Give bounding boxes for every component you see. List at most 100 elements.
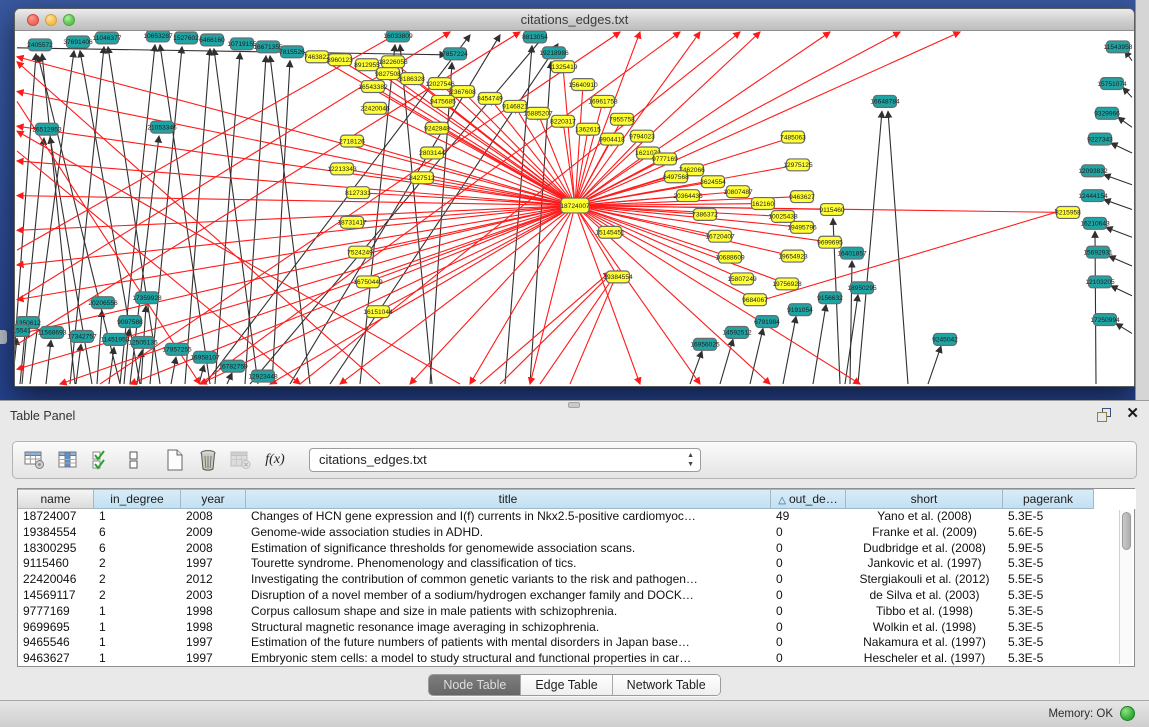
row-height-icon[interactable] xyxy=(120,446,148,474)
graph-node-teal[interactable]: 17342757 xyxy=(67,330,97,342)
cell-name[interactable]: 9777169 xyxy=(18,604,94,620)
graph-node-yellow[interactable]: 2367608 xyxy=(450,86,476,98)
cell-pagerank[interactable]: 5.9E-5 xyxy=(1003,541,1094,557)
graph-node-yellow[interactable]: 19756928 xyxy=(772,278,802,290)
table-row[interactable]: 946554611997Estimation of the future num… xyxy=(18,635,1134,651)
graph-node-teal[interactable]: 16210643 xyxy=(1080,217,1110,229)
network-window-titlebar[interactable]: citations_edges.txt xyxy=(15,9,1134,31)
cell-in_degree[interactable]: 1 xyxy=(94,651,181,667)
graph-node-yellow[interactable]: 9827508 xyxy=(375,68,401,80)
column-header-pagerank[interactable]: pagerank xyxy=(1003,489,1094,509)
citation-edge-black[interactable] xyxy=(171,357,176,384)
graph-node-teal[interactable]: 21053346 xyxy=(147,121,177,133)
graph-node-teal[interactable]: 16958107 xyxy=(190,351,220,363)
graph-node-yellow[interactable]: 16151044 xyxy=(363,306,393,318)
cell-name[interactable]: 19384554 xyxy=(18,525,94,541)
citation-edge-black[interactable] xyxy=(1116,324,1132,334)
citation-edge-black[interactable] xyxy=(1111,286,1132,296)
graph-node-teal[interactable]: 9329966 xyxy=(1094,107,1120,119)
citation-edge-black[interactable] xyxy=(1118,117,1132,127)
citation-edge-red[interactable] xyxy=(410,206,575,384)
function-builder-icon[interactable]: f(x) xyxy=(260,446,290,474)
citation-edge-black[interactable] xyxy=(400,45,432,384)
graph-node-yellow[interactable]: 15807249 xyxy=(727,273,757,285)
citation-edge-black[interactable] xyxy=(1106,227,1132,237)
graph-node-yellow[interactable]: 22420046 xyxy=(360,102,390,114)
graph-node-yellow[interactable]: 9475685 xyxy=(430,95,456,107)
cell-year[interactable]: 2003 xyxy=(181,588,246,604)
graph-node-yellow[interactable]: 6497568 xyxy=(663,171,689,183)
cell-pagerank[interactable]: 5.5E-5 xyxy=(1003,572,1094,588)
graph-node-yellow[interactable]: 18731417 xyxy=(337,216,367,228)
cell-year[interactable]: 2008 xyxy=(181,509,246,525)
column-header-out_de[interactable]: △out_de… xyxy=(771,489,846,509)
column-header-short[interactable]: short xyxy=(846,489,1003,509)
citation-edge-black[interactable] xyxy=(1104,175,1132,185)
cell-out_de[interactable]: 49 xyxy=(771,509,846,525)
citation-edge-red[interactable] xyxy=(470,206,575,384)
graph-node-teal[interactable]: 37691406 xyxy=(63,36,93,48)
graph-node-yellow[interactable]: 8912955 xyxy=(354,59,380,71)
graph-node-yellow[interactable]: 20364436 xyxy=(673,190,703,202)
cell-short[interactable]: Jankovic et al. (1997) xyxy=(846,556,1003,572)
graph-node-yellow[interactable]: 15145451 xyxy=(595,226,625,238)
cell-short[interactable]: Dudbridge et al. (2008) xyxy=(846,541,1003,557)
graph-node-teal[interactable]: 12444154 xyxy=(1078,190,1108,202)
table-row[interactable]: 1938455462009Genome-wide association stu… xyxy=(18,525,1134,541)
graph-node-yellow[interactable]: 9904418 xyxy=(599,133,625,145)
graph-node-teal[interactable]: 17250994 xyxy=(1090,314,1120,326)
graph-node-yellow[interactable]: 9242848 xyxy=(424,122,450,134)
cell-short[interactable]: de Silva et al. (2003) xyxy=(846,588,1003,604)
graph-node-teal[interactable]: 17957255 xyxy=(162,343,192,355)
graph-node-yellow[interactable]: 10807487 xyxy=(723,186,753,198)
cell-out_de[interactable]: 0 xyxy=(771,572,846,588)
cell-title[interactable]: Embryonic stem cells: a model to study s… xyxy=(246,651,771,667)
cell-pagerank[interactable]: 5.3E-5 xyxy=(1003,588,1094,604)
graph-node-yellow[interactable]: 1362615 xyxy=(575,123,601,135)
tab-edge-table[interactable]: Edge Table xyxy=(521,675,612,695)
citation-edge-red[interactable] xyxy=(17,206,575,265)
cell-title[interactable]: Estimation of significance thresholds fo… xyxy=(246,541,771,557)
graph-node-teal[interactable]: 20206556 xyxy=(88,297,118,309)
citation-edge-black[interactable] xyxy=(783,317,796,384)
graph-node-yellow[interactable]: 9777169 xyxy=(652,153,678,165)
graph-node-yellow[interactable]: 16543382 xyxy=(358,81,388,93)
column-header-name[interactable]: name xyxy=(18,489,94,509)
table-row[interactable]: 911546021997Tourette syndrome. Phenomeno… xyxy=(18,556,1134,572)
close-panel-button[interactable]: ✕ xyxy=(1126,406,1139,422)
cell-pagerank[interactable]: 5.3E-5 xyxy=(1003,509,1094,525)
table-vertical-scrollbar[interactable] xyxy=(1119,510,1132,664)
graph-node-teal[interactable]: 8813054 xyxy=(522,31,548,43)
cell-out_de[interactable]: 0 xyxy=(771,620,846,636)
citation-edge-black[interactable] xyxy=(720,339,733,384)
cell-pagerank[interactable]: 5.3E-5 xyxy=(1003,556,1094,572)
graph-node-yellow[interactable]: 12213343 xyxy=(327,163,357,175)
citation-edge-red[interactable] xyxy=(270,206,575,384)
cell-in_degree[interactable]: 6 xyxy=(94,525,181,541)
cell-pagerank[interactable]: 5.3E-5 xyxy=(1003,651,1094,667)
graph-node-teal[interactable]: 11451953 xyxy=(101,333,130,345)
cell-title[interactable]: Corpus callosum shape and size in male p… xyxy=(246,604,771,620)
select-rows-icon[interactable] xyxy=(87,446,115,474)
citation-edge-black[interactable] xyxy=(46,340,51,384)
graph-node-teal[interactable]: 18950295 xyxy=(847,282,877,294)
graph-node-yellow[interactable]: 9684067 xyxy=(742,294,768,306)
graph-node-yellow[interactable]: 8427512 xyxy=(409,172,435,184)
graph-node-teal[interactable]: 1527602 xyxy=(173,32,199,44)
column-header-title[interactable]: title xyxy=(246,489,771,509)
graph-node-yellow[interactable]: 10025438 xyxy=(768,210,798,222)
cell-year[interactable]: 1998 xyxy=(181,604,246,620)
graph-node-teal[interactable]: 16033809 xyxy=(383,31,413,42)
graph-node-yellow[interactable]: 8215958 xyxy=(1055,207,1081,219)
cell-pagerank[interactable]: 5.3E-5 xyxy=(1003,635,1094,651)
cell-name[interactable]: 14569117 xyxy=(18,588,94,604)
cell-short[interactable]: Wolkin et al. (1998) xyxy=(846,620,1003,636)
cell-name[interactable]: 18300295 xyxy=(18,541,94,557)
table-row[interactable]: 946362711997Embryonic stem cells: a mode… xyxy=(18,651,1134,667)
table-settings-icon[interactable] xyxy=(21,446,49,474)
citation-edge-black[interactable] xyxy=(888,111,908,384)
citation-edge-black[interactable] xyxy=(1123,88,1132,98)
graph-node-teal[interactable]: 9245042 xyxy=(932,333,958,345)
citation-edge-red[interactable] xyxy=(575,206,700,384)
network-select[interactable]: citations_edges.txt ▲▼ xyxy=(309,448,701,472)
